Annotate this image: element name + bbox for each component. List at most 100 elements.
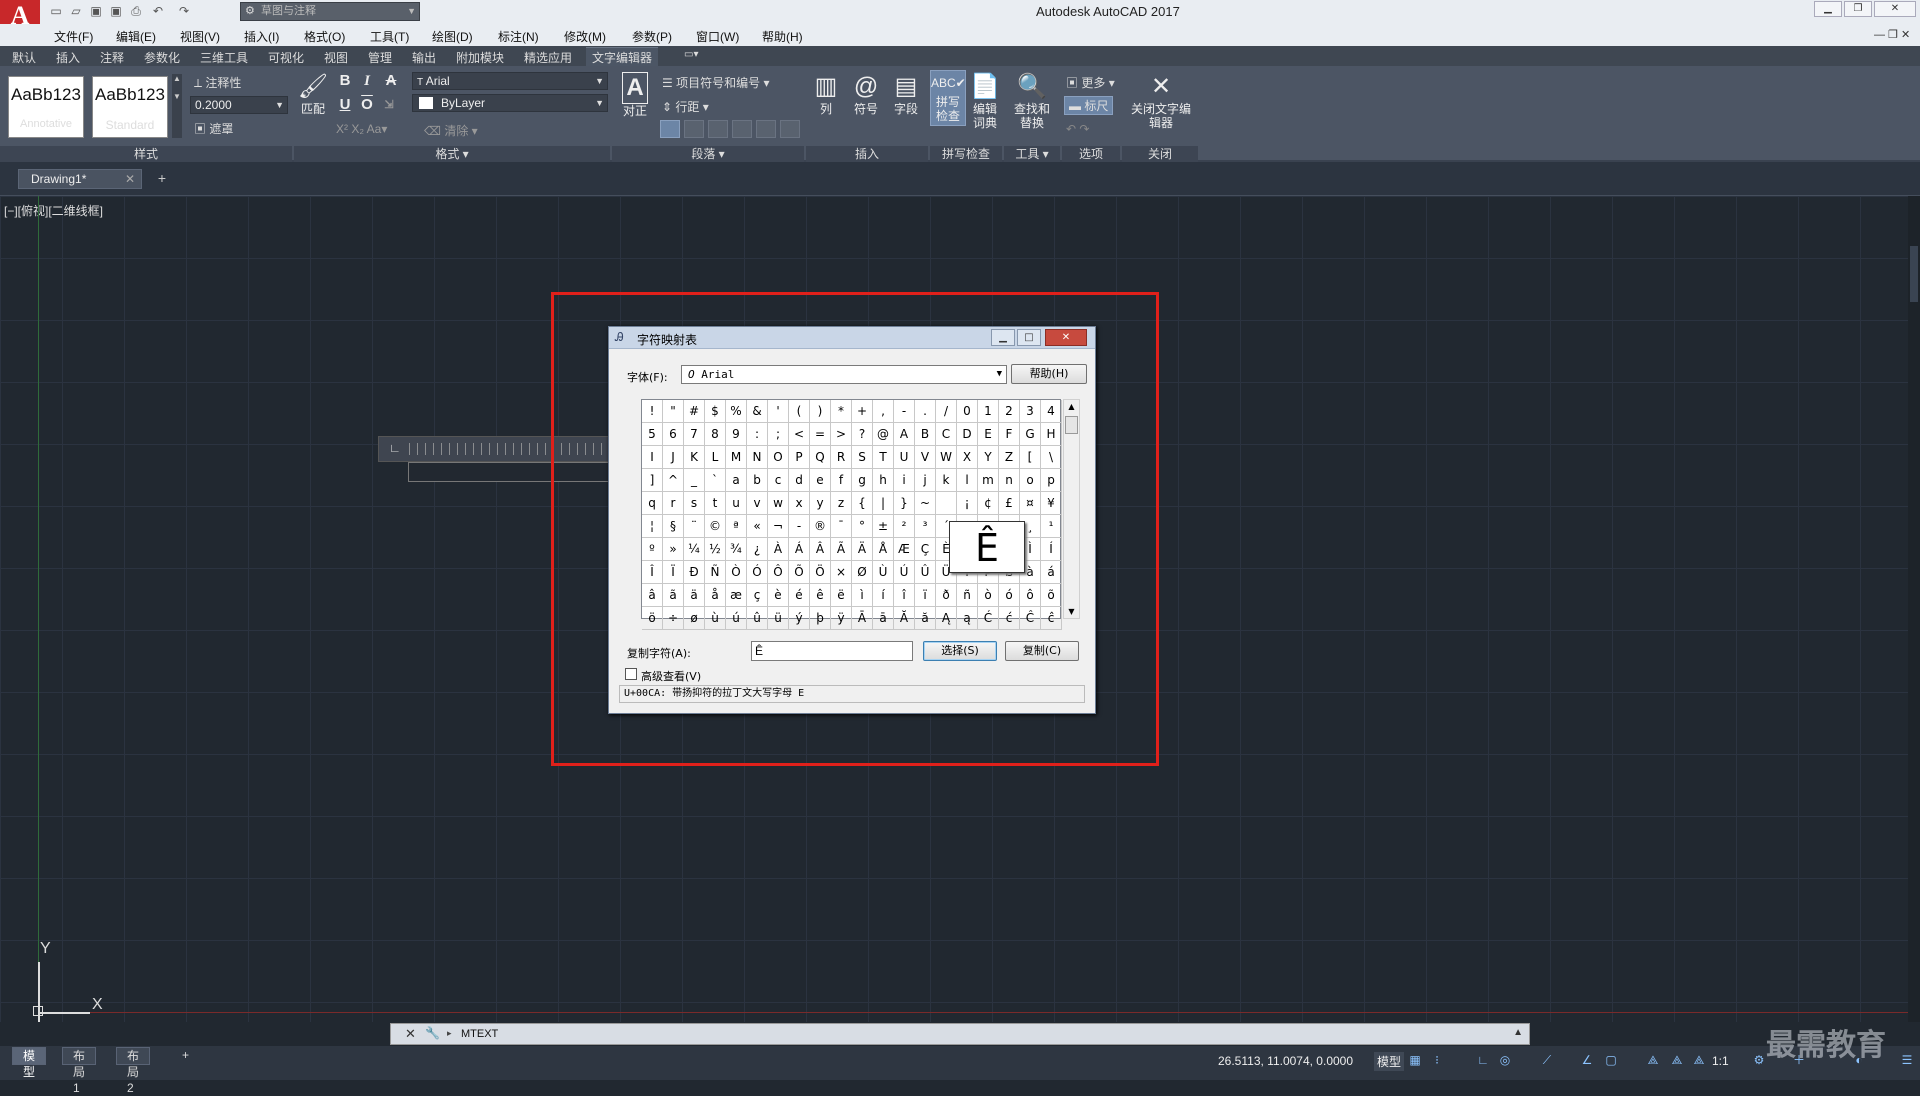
polar-icon[interactable]: ◎ <box>1498 1053 1512 1067</box>
oblique-icon[interactable]: ⇲ <box>380 96 398 114</box>
ortho-icon[interactable]: ∟ <box>1476 1053 1490 1067</box>
annotative-toggle[interactable]: ⟂ 注释性 <box>194 74 241 91</box>
bullets-button[interactable]: ☰ 项目符号和编号 ▾ <box>662 74 769 91</box>
customize-menu-icon[interactable]: ☰ <box>1900 1053 1914 1067</box>
open-icon[interactable]: ▱ <box>68 4 84 18</box>
menu-modify[interactable]: 修改(M) <box>564 28 606 45</box>
close-text-editor-button[interactable]: ✕ 关闭文字编辑器 <box>1128 72 1194 130</box>
object-snap-icon[interactable]: ▢ <box>1604 1053 1618 1067</box>
tab-visualize[interactable]: 可视化 <box>268 49 304 66</box>
line-spacing-button[interactable]: ⇕ 行距 ▾ <box>662 98 709 115</box>
mask-button[interactable]: ▣ 遮罩 <box>194 120 233 137</box>
text-height-combo[interactable]: 0.2000 ▼ <box>190 96 288 114</box>
tab-home[interactable]: 默认 <box>12 49 36 66</box>
justify-button[interactable]: A 对正 <box>618 72 652 118</box>
spell-check-button[interactable]: ABC✔ 拼写检查 <box>930 70 966 126</box>
distribute-button[interactable] <box>756 120 776 138</box>
annotation-visibility-icon[interactable]: ⟁ <box>1646 1053 1660 1067</box>
ribbon-options-icon[interactable]: ▭▾ <box>684 49 698 60</box>
tab-view[interactable]: 视图 <box>324 49 348 66</box>
menu-view[interactable]: 视图(V) <box>180 28 220 45</box>
close-button[interactable]: ✕ <box>1874 1 1916 17</box>
layout-tab-model[interactable]: 模型 <box>12 1047 47 1079</box>
snap-icon[interactable]: ⁝ <box>1430 1053 1444 1067</box>
save-icon[interactable]: ▣ <box>88 4 104 18</box>
menu-draw[interactable]: 绘图(D) <box>432 28 473 45</box>
menu-edit[interactable]: 编辑(E) <box>116 28 156 45</box>
tab-manage[interactable]: 管理 <box>368 49 392 66</box>
layout-tab-layout1[interactable]: 布局1 <box>62 1047 97 1095</box>
workspace-combo[interactable]: ⚙ 草图与注释 ▼ <box>240 2 420 21</box>
menu-window[interactable]: 窗口(W) <box>696 28 739 45</box>
menu-format[interactable]: 格式(O) <box>304 28 345 45</box>
tab-featured-apps[interactable]: 精选应用 <box>524 49 572 66</box>
restore-button[interactable]: ❐ <box>1844 1 1872 17</box>
bold-button[interactable]: B <box>336 72 354 90</box>
style-scroll[interactable]: ▲ ▼ <box>172 74 182 138</box>
tab-stop-icon[interactable]: ∟ <box>389 441 401 455</box>
font-combo[interactable]: T Arial ▼ <box>412 72 608 90</box>
grid-icon[interactable]: ▦ <box>1408 1053 1422 1067</box>
strikethrough-button[interactable]: A <box>382 72 400 90</box>
superscript-subscript-icons[interactable]: X² X₂ Aa▾ <box>336 122 387 136</box>
command-line[interactable]: ✕ 🔧 ▸ MTEXT ▲ <box>390 1023 1530 1045</box>
menu-file[interactable]: 文件(F) <box>54 28 93 45</box>
tab-3d-tools[interactable]: 三维工具 <box>200 49 248 66</box>
menu-dimension[interactable]: 标注(N) <box>498 28 539 45</box>
viewport-controls[interactable]: [−][俯视][二维线框] <box>4 202 103 219</box>
wrench-icon[interactable]: 🔧 <box>425 1026 440 1040</box>
field-button[interactable]: ▤ 字段 <box>888 72 924 116</box>
undo-icon[interactable]: ↶ <box>150 4 166 18</box>
align-left-button[interactable] <box>660 120 680 138</box>
workspace-gear-icon[interactable]: ⚙ <box>1752 1053 1766 1067</box>
doc-window-controls[interactable]: — ❐ ✕ <box>1874 28 1910 41</box>
annotation-scale-icon[interactable]: ⟁ <box>1692 1053 1706 1067</box>
close-icon[interactable]: ✕ <box>405 1026 416 1042</box>
tab-annotate[interactable]: 注释 <box>100 49 124 66</box>
minimize-button[interactable]: ▁ <box>1814 1 1842 17</box>
paragraph-settings-button[interactable] <box>780 120 800 138</box>
new-tab-button[interactable]: + <box>152 171 172 187</box>
undo-redo-icons[interactable]: ↶ ↷ <box>1066 122 1089 136</box>
tab-drawing1[interactable]: Drawing1* ✕ <box>18 169 142 189</box>
new-icon[interactable]: ▭ <box>48 4 64 18</box>
color-combo[interactable]: ByLayer ▼ <box>412 94 608 112</box>
auto-scale-icon[interactable]: ⟁ <box>1670 1053 1684 1067</box>
match-button[interactable]: 🖌 匹配 <box>296 72 330 116</box>
edit-dictionary-button[interactable]: 📄 编辑词典 <box>970 72 1000 130</box>
align-right-button[interactable] <box>708 120 728 138</box>
italic-button[interactable]: I <box>358 72 376 90</box>
annotation-scale-value[interactable]: 1:1 <box>1712 1054 1729 1068</box>
tab-output[interactable]: 输出 <box>412 49 436 66</box>
redo-icon[interactable]: ↷ <box>176 4 192 18</box>
add-layout-button[interactable]: + <box>172 1047 199 1065</box>
tab-addins[interactable]: 附加模块 <box>456 49 504 66</box>
layout-tab-layout2[interactable]: 布局2 <box>116 1047 151 1095</box>
columns-button[interactable]: ▥ 列 <box>808 72 844 116</box>
menu-insert[interactable]: 插入(I) <box>244 28 279 45</box>
clear-button[interactable]: ⌫ 清除 ▾ <box>424 122 478 139</box>
scrollbar-thumb[interactable] <box>1910 246 1918 302</box>
tab-insert[interactable]: 插入 <box>56 49 80 66</box>
overline-button[interactable]: O <box>358 96 376 114</box>
more-button[interactable]: ▣ 更多 ▾ <box>1066 74 1115 91</box>
model-space-button[interactable]: 模型 <box>1374 1052 1405 1071</box>
menu-tools[interactable]: 工具(T) <box>370 28 409 45</box>
chevron-up-icon[interactable]: ▲ <box>1513 1027 1523 1038</box>
tab-parametric[interactable]: 参数化 <box>144 49 180 66</box>
underline-button[interactable]: U <box>336 96 354 114</box>
justify-align-button[interactable] <box>732 120 752 138</box>
symbol-button[interactable]: @ 符号 <box>848 72 884 116</box>
tab-text-editor[interactable]: 文字编辑器 <box>586 47 659 67</box>
align-center-button[interactable] <box>684 120 704 138</box>
save-as-icon[interactable]: ▣ <box>108 4 124 18</box>
isodraft-icon[interactable]: ⟋ <box>1540 1053 1554 1067</box>
canvas-scrollbar[interactable] <box>1908 196 1920 1022</box>
menu-parametric[interactable]: 参数(P) <box>632 28 672 45</box>
close-icon[interactable]: ✕ <box>125 170 135 188</box>
object-snap-tracking-icon[interactable]: ∠ <box>1580 1053 1594 1067</box>
ruler-toggle[interactable]: ▬ 标尺 <box>1064 96 1114 115</box>
find-replace-button[interactable]: 🔍 查找和替换 <box>1008 72 1056 130</box>
print-icon[interactable]: ⎙ <box>128 4 144 18</box>
menu-help[interactable]: 帮助(H) <box>762 28 803 45</box>
